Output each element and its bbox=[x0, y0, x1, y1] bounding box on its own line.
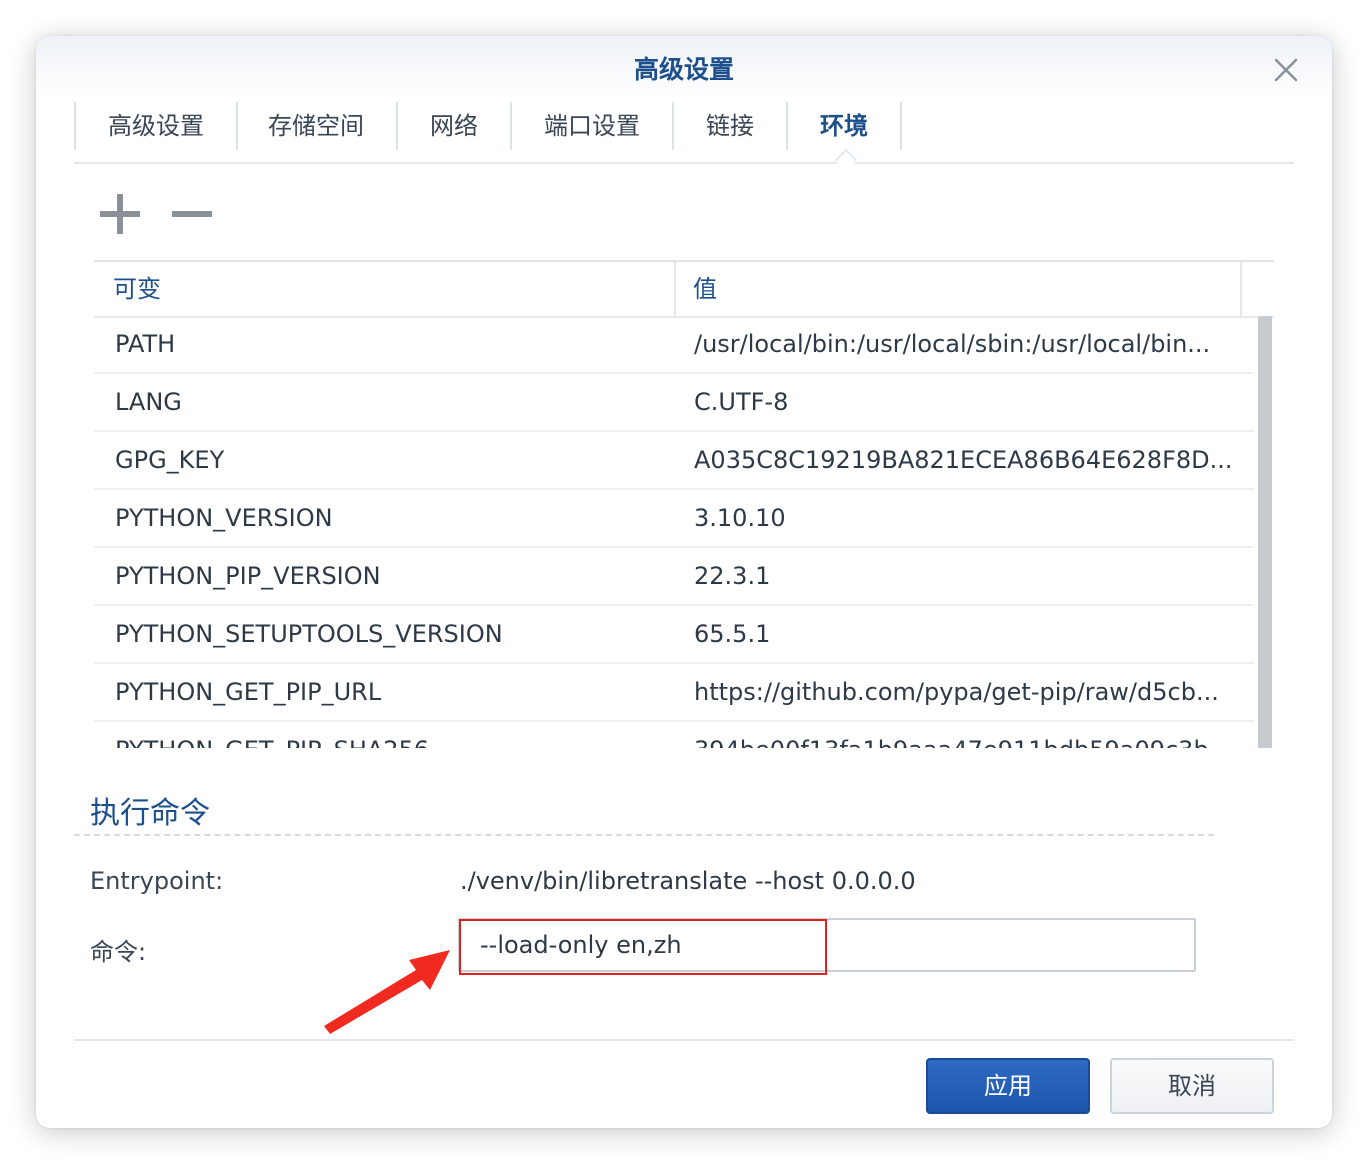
variable-name: PYTHON_VERSION bbox=[115, 504, 333, 532]
environment-table: 可变 值 PATH /usr/local/bin:/usr/local/sbin… bbox=[94, 260, 1274, 748]
entrypoint-value: ./venv/bin/libretranslate --host 0.0.0.0 bbox=[460, 867, 916, 895]
active-tab-indicator bbox=[834, 148, 858, 172]
advanced-settings-dialog: 高级设置 高级设置 存储空间 网络 端口设置 链接 环境 可变 值 PATH /… bbox=[36, 36, 1332, 1128]
tab-bar: 高级设置 存储空间 网络 端口设置 链接 环境 bbox=[74, 100, 1294, 172]
table-scrollbar[interactable] bbox=[1258, 316, 1272, 748]
command-label: 命令: bbox=[90, 938, 147, 966]
column-divider bbox=[674, 262, 676, 316]
variable-name: GPG_KEY bbox=[115, 446, 225, 474]
command-input[interactable] bbox=[478, 920, 1182, 970]
exec-section-title: 执行命令 bbox=[90, 796, 210, 831]
tab-environment[interactable]: 环境 bbox=[788, 102, 902, 150]
command-field[interactable] bbox=[458, 918, 1196, 972]
table-row[interactable]: PATH /usr/local/bin:/usr/local/sbin:/usr… bbox=[94, 316, 1254, 374]
dialog-title: 高级设置 bbox=[633, 55, 734, 84]
variable-value: 394be00f13fa1b9aaa47e911bdb59a09c3b2... bbox=[694, 722, 1239, 748]
variable-value: /usr/local/bin:/usr/local/sbin:/usr/loca… bbox=[694, 330, 1211, 358]
variable-value: 3.10.10 bbox=[694, 504, 786, 532]
footer-divider bbox=[74, 1039, 1294, 1041]
variable-value: A035C8C19219BA821ECEA86B64E628F8D... bbox=[694, 446, 1233, 474]
variable-name: PYTHON_GET_PIP_URL bbox=[115, 678, 382, 706]
variable-name: PYTHON_SETUPTOOLS_VERSION bbox=[115, 620, 503, 648]
table-body: PATH /usr/local/bin:/usr/local/sbin:/usr… bbox=[94, 316, 1254, 748]
variable-value: 22.3.1 bbox=[694, 562, 771, 590]
entrypoint-label: Entrypoint: bbox=[90, 867, 224, 895]
variable-value: 65.5.1 bbox=[694, 620, 771, 648]
table-row[interactable]: PYTHON_VERSION 3.10.10 bbox=[94, 490, 1254, 548]
table-row[interactable]: PYTHON_GET_PIP_URL https://github.com/py… bbox=[94, 664, 1254, 722]
table-row[interactable]: GPG_KEY A035C8C19219BA821ECEA86B64E628F8… bbox=[94, 432, 1254, 490]
table-row[interactable]: PYTHON_PIP_VERSION 22.3.1 bbox=[94, 548, 1254, 606]
scrollbar-thumb[interactable] bbox=[1258, 316, 1272, 748]
column-header-value[interactable]: 值 bbox=[693, 262, 717, 316]
table-row[interactable]: PYTHON_SETUPTOOLS_VERSION 65.5.1 bbox=[94, 606, 1254, 664]
tab-port-settings[interactable]: 端口设置 bbox=[512, 102, 674, 150]
dialog-titlebar: 高级设置 bbox=[36, 36, 1332, 100]
table-row[interactable]: LANG C.UTF-8 bbox=[94, 374, 1254, 432]
variable-name: PATH bbox=[115, 330, 176, 358]
annotation-arrow-icon bbox=[324, 950, 450, 1034]
variable-name: PYTHON_GET_PIP_SHA256 bbox=[115, 722, 429, 748]
minus-icon[interactable] bbox=[170, 192, 214, 236]
variable-value: C.UTF-8 bbox=[694, 388, 789, 416]
table-row[interactable]: PYTHON_GET_PIP_SHA256 394be00f13fa1b9aaa… bbox=[94, 722, 1254, 748]
tab-storage[interactable]: 存储空间 bbox=[236, 102, 398, 150]
column-divider bbox=[1240, 262, 1242, 316]
tab-advanced-settings[interactable]: 高级设置 bbox=[74, 102, 238, 150]
plus-icon[interactable] bbox=[98, 192, 142, 236]
tab-links[interactable]: 链接 bbox=[674, 102, 788, 150]
column-header-variable[interactable]: 可变 bbox=[113, 262, 161, 316]
table-header: 可变 值 bbox=[94, 260, 1274, 318]
variable-name: PYTHON_PIP_VERSION bbox=[115, 562, 381, 590]
close-icon[interactable] bbox=[1270, 54, 1302, 86]
apply-button[interactable]: 应用 bbox=[926, 1058, 1090, 1114]
section-divider bbox=[74, 834, 1214, 836]
variable-name: LANG bbox=[115, 388, 182, 416]
cancel-button[interactable]: 取消 bbox=[1110, 1058, 1274, 1114]
variable-value: https://github.com/pypa/get-pip/raw/d5cb… bbox=[694, 678, 1219, 706]
tab-network[interactable]: 网络 bbox=[398, 102, 512, 150]
